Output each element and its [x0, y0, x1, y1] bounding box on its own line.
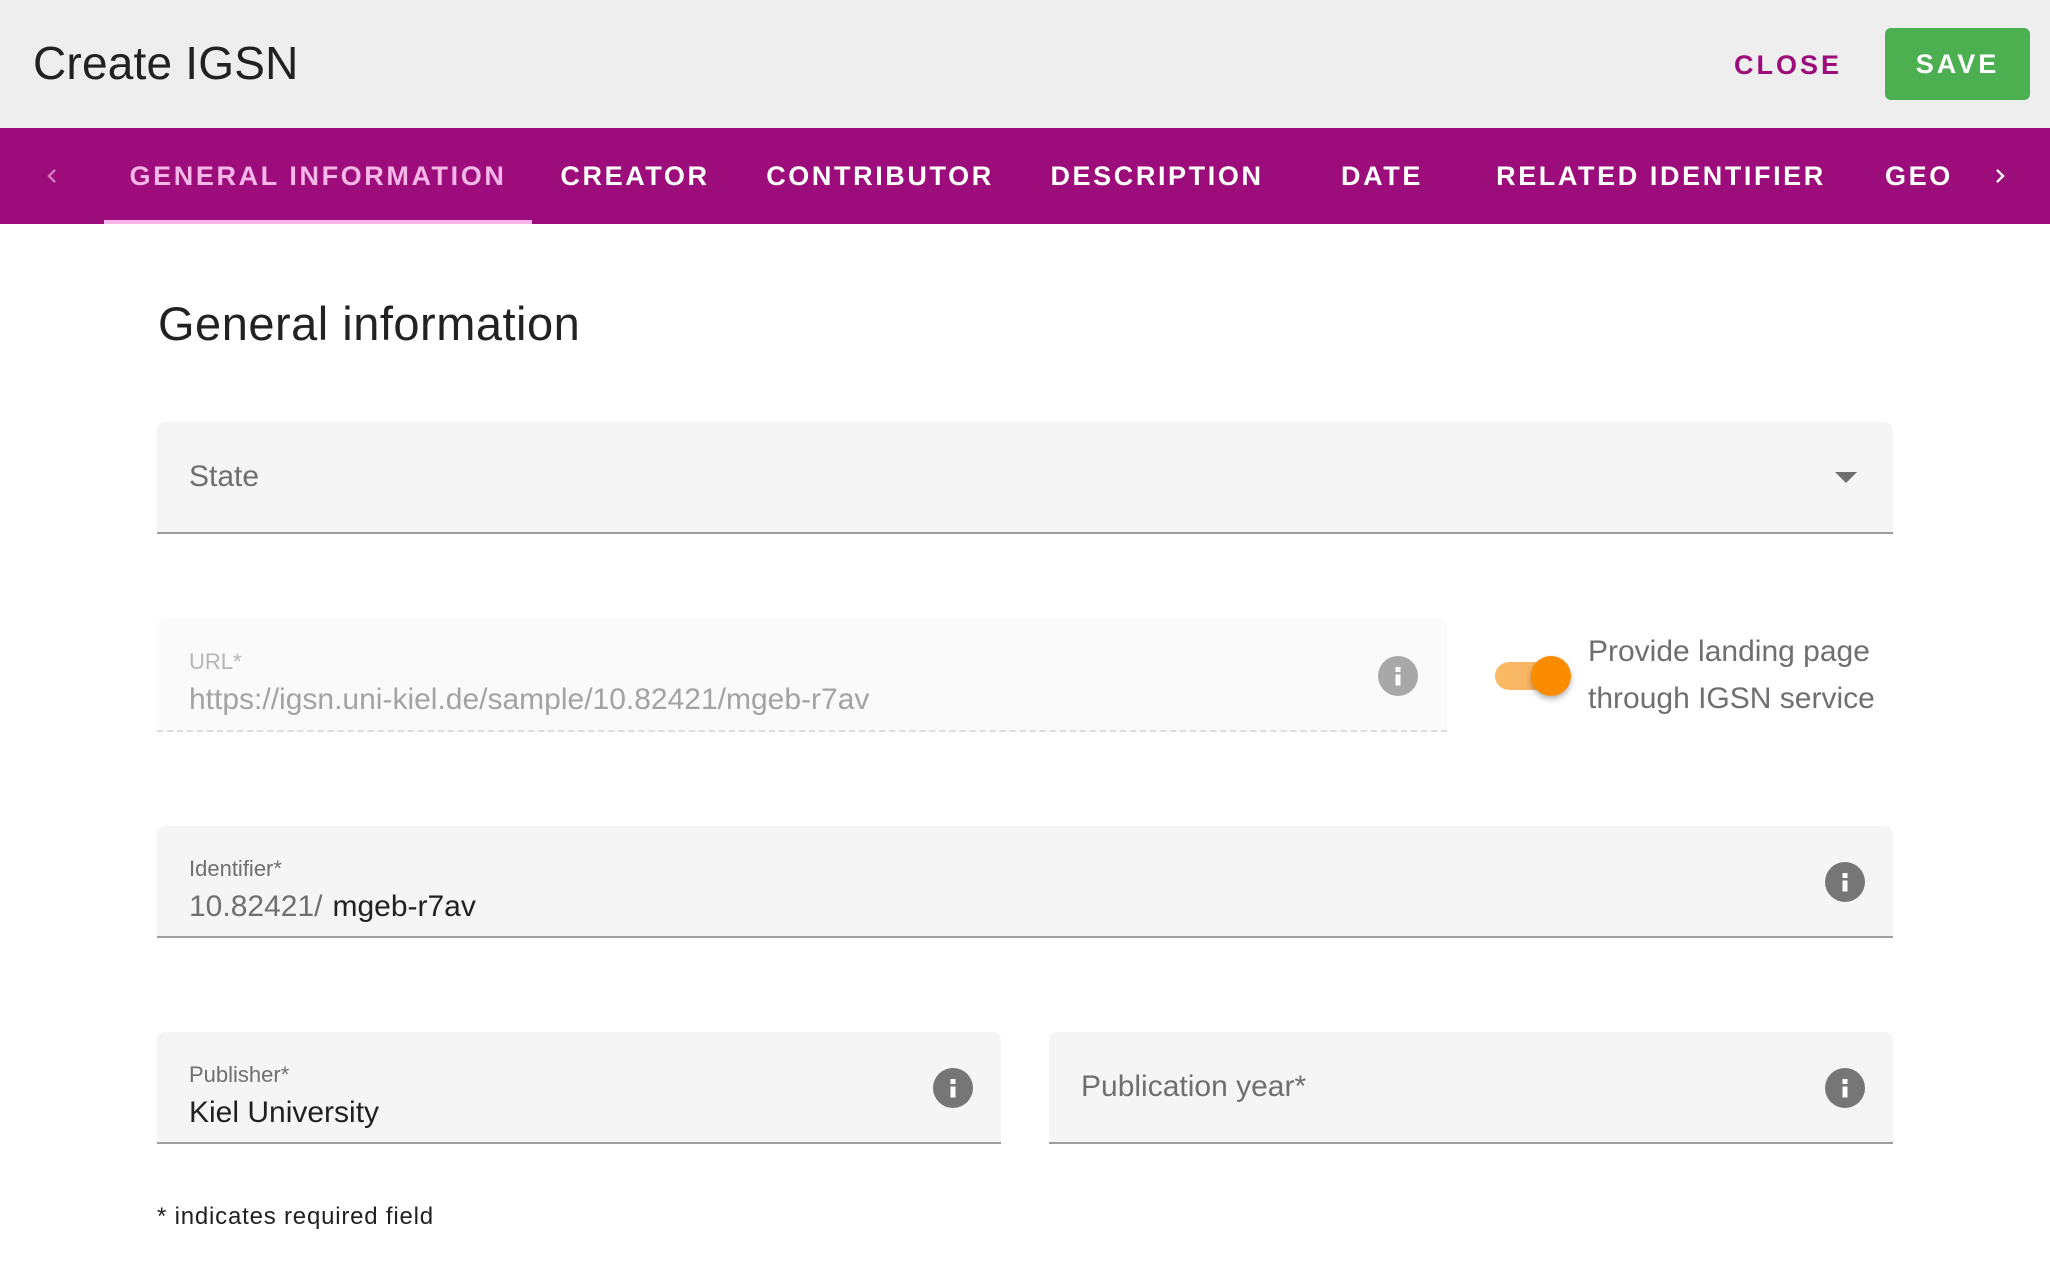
chevron-left-icon [47, 169, 56, 183]
tab-bar: GENERAL INFORMATION CREATOR CONTRIBUTOR … [0, 128, 2050, 224]
save-button[interactable]: SAVE [1885, 28, 2030, 100]
identifier-label: Identifier* [189, 856, 282, 881]
tab-date[interactable]: DATE [1292, 128, 1472, 224]
info-glyph [1842, 1079, 1848, 1098]
landing-page-toggle-label: Provide landing page through IGSN servic… [1588, 635, 1875, 715]
section-heading: General information [158, 297, 581, 350]
dialog-title: Create IGSN [33, 37, 299, 89]
identifier-value[interactable]: 10.82421/mgeb-r7av [189, 890, 476, 924]
state-select[interactable]: State [157, 422, 1893, 534]
landing-page-toggle[interactable] [1495, 656, 1571, 696]
toggle-thumb[interactable] [1531, 656, 1571, 696]
url-field[interactable]: URL* https://igsn.uni-kiel.de/sample/10.… [157, 619, 1447, 732]
info-icon[interactable] [1825, 862, 1865, 902]
publisher-label: Publisher* [189, 1062, 290, 1087]
info-glyph [1842, 873, 1848, 892]
publication-year-field[interactable]: Publication year* [1049, 1032, 1893, 1144]
tab-description[interactable]: DESCRIPTION [1022, 128, 1292, 224]
dropdown-arrow-icon[interactable] [1835, 472, 1857, 483]
required-footnote: * indicates required field [157, 1203, 434, 1230]
tab-general-information[interactable]: GENERAL INFORMATION [104, 128, 532, 224]
info-icon[interactable] [1378, 656, 1418, 696]
close-button[interactable]: CLOSE [1718, 30, 1858, 100]
tabs-next-button[interactable] [1960, 128, 2040, 224]
publisher-value: Kiel University [189, 1096, 380, 1129]
identifier-prefix: 10.82421/ [189, 890, 323, 923]
dialog-header: Create IGSN CLOSE SAVE [0, 0, 2050, 128]
info-glyph [950, 1079, 956, 1098]
identifier-suffix: mgeb-r7av [332, 890, 476, 923]
url-label: URL* [189, 649, 242, 674]
info-icon[interactable] [933, 1068, 973, 1108]
tab-contributor[interactable]: CONTRIBUTOR [738, 128, 1022, 224]
tab-related-identifier[interactable]: RELATED IDENTIFIER [1472, 128, 1850, 224]
info-glyph [1395, 667, 1401, 686]
publication-year-label: Publication year* [1081, 1070, 1307, 1103]
tab-creator[interactable]: CREATOR [532, 128, 738, 224]
identifier-field[interactable]: Identifier* 10.82421/mgeb-r7av [157, 826, 1893, 938]
url-value: https://igsn.uni-kiel.de/sample/10.82421… [189, 683, 870, 716]
tabs-prev-button[interactable] [0, 128, 104, 224]
state-label: State [189, 460, 260, 493]
info-icon[interactable] [1825, 1068, 1865, 1108]
chevron-right-icon [1996, 169, 2005, 183]
publisher-field[interactable]: Publisher* Kiel University [157, 1032, 1001, 1144]
